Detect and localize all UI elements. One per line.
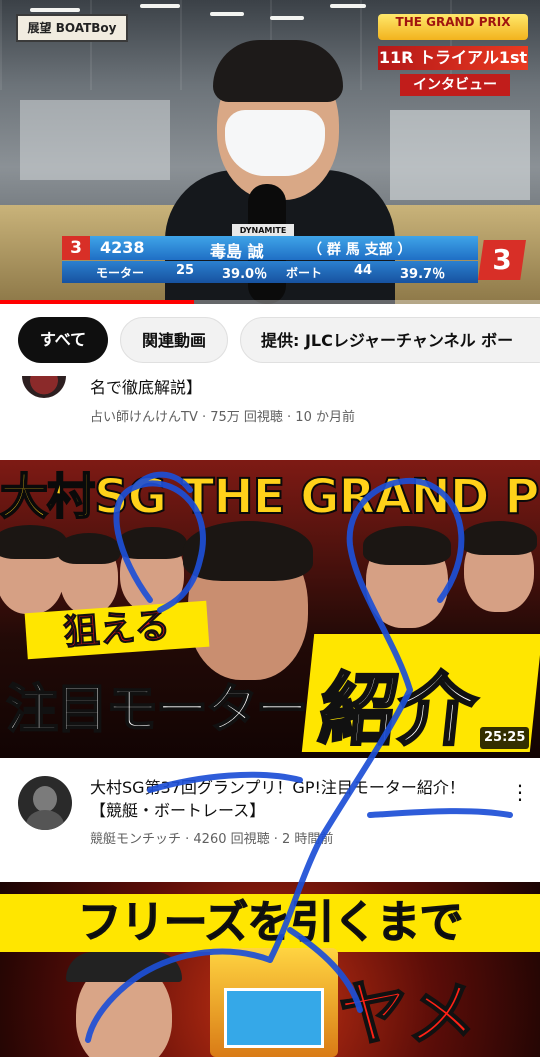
racer-name: 毒島 誠 — [210, 242, 264, 261]
thumbnail-banner: 紹介 注目モーター — [0, 634, 540, 758]
racer-branch: （ 群 馬 支部 ） — [308, 242, 412, 258]
background-wall — [20, 100, 170, 180]
thumbnail-banner-right: 紹介 — [314, 665, 482, 758]
racer-face — [461, 520, 537, 612]
badge-title: THE GRAND PRIX — [395, 15, 511, 29]
racer-lower-third: 3 4238 毒島 誠 （ 群 馬 支部 ） モーター 25 39.0％ ボート… — [62, 236, 526, 284]
video-title[interactable]: 大村SG第37回グランプリ！GP!注目モーター紹介！【競艇・ボートレース】 — [90, 776, 480, 822]
ceiling-light — [30, 8, 80, 12]
racer-face — [117, 527, 187, 612]
channel-avatar[interactable] — [18, 776, 72, 830]
background-wall — [390, 110, 530, 200]
boat-rate: 39.7％ — [400, 267, 446, 282]
boat-label: ボート — [286, 266, 323, 280]
racer-face — [57, 533, 121, 614]
broadcast-watermark: 展望 BOATBoy — [16, 14, 128, 42]
stats-row: モーター 25 39.0％ ボート 44 39.7％ — [62, 261, 478, 283]
thumbnail-banner-left: 注目モーター — [5, 679, 309, 741]
racer-face — [0, 524, 67, 614]
motor-number: 25 — [176, 263, 195, 278]
boat-number: 44 — [354, 263, 373, 278]
ceiling-light — [140, 4, 180, 8]
thumbnail-red-text: ヤメ — [337, 972, 478, 1056]
list-item-partial[interactable]: 名で徹底解説】 占い師けんけんTV · 75万 回視聴 · 10 か月前 — [0, 376, 540, 460]
ceiling-light — [270, 16, 304, 20]
face-mask — [225, 110, 325, 176]
ceiling-light — [210, 12, 244, 16]
hat — [66, 952, 182, 982]
chip-all[interactable]: すべて — [18, 317, 108, 363]
more-options-icon[interactable]: ⋮ — [508, 780, 532, 804]
registration-number: 4238 — [100, 238, 145, 257]
racer-row: 3 4238 毒島 誠 （ 群 馬 支部 ） — [62, 236, 478, 261]
motor-label: モーター — [96, 266, 145, 280]
caption-race: 11R トライアル1st — [378, 46, 528, 70]
grand-prix-badge: THE GRAND PRIX — [378, 14, 528, 40]
caption-interview: インタビュー — [400, 74, 510, 96]
video-title[interactable]: 名で徹底解説】 — [90, 376, 202, 399]
chip-related[interactable]: 関連動画 — [120, 317, 228, 363]
racer-face — [362, 526, 452, 628]
video-meta: 競艇モンチッチ · 4260 回視聴 · 2 時間前 — [90, 832, 334, 847]
lane-number-right: 3 — [478, 240, 526, 280]
filter-chip-bar: すべて 関連動画 提供: JLCレジャーチャンネル ボー — [0, 304, 540, 376]
slot-machine-image — [210, 948, 338, 1057]
chip-provider[interactable]: 提供: JLCレジャーチャンネル ボー — [240, 317, 540, 363]
video-info[interactable]: 大村SG第37回グランプリ！GP!注目モーター紹介！【競艇・ボートレース】 競艇… — [0, 758, 540, 882]
channel-avatar[interactable] — [22, 376, 66, 398]
thumbnail-title: フリーズを引くまで — [0, 894, 540, 952]
video-meta: 占い師けんけんTV · 75万 回視聴 · 10 か月前 — [90, 410, 355, 425]
video-player[interactable]: DYNAMITE 展望 BOATBoy THE GRAND PRIX 11R ト… — [0, 0, 540, 304]
motor-rate: 39.0％ — [222, 267, 268, 282]
ceiling-light — [330, 4, 366, 8]
thumbnail-title: 大村SG THE GRAND PRIX — [0, 468, 540, 526]
lane-number: 3 — [62, 236, 90, 260]
duration-badge: 25:25 — [480, 727, 530, 749]
